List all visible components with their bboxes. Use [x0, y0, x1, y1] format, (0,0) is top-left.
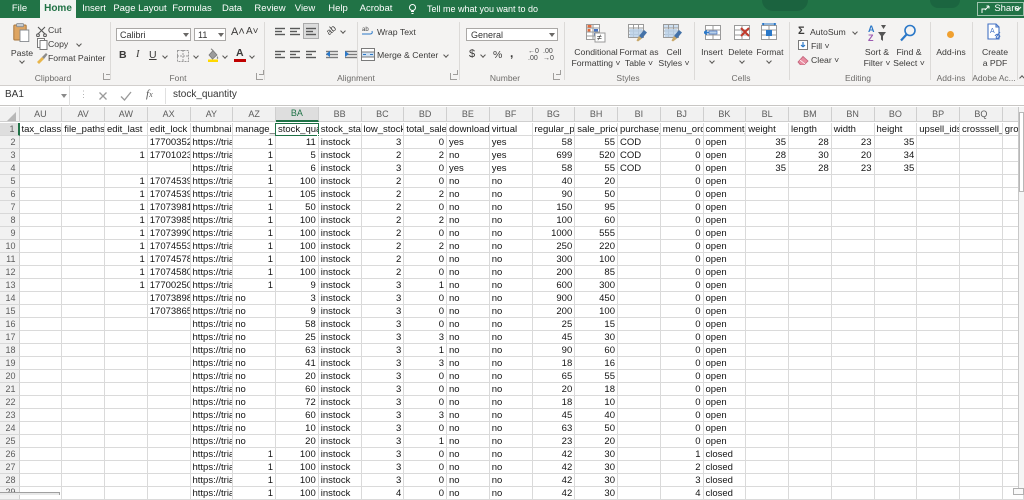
svg-text:ab: ab: [362, 27, 369, 33]
svg-text:Z: Z: [868, 33, 874, 43]
svg-text:A: A: [990, 28, 995, 35]
svg-text:≠: ≠: [597, 33, 602, 43]
